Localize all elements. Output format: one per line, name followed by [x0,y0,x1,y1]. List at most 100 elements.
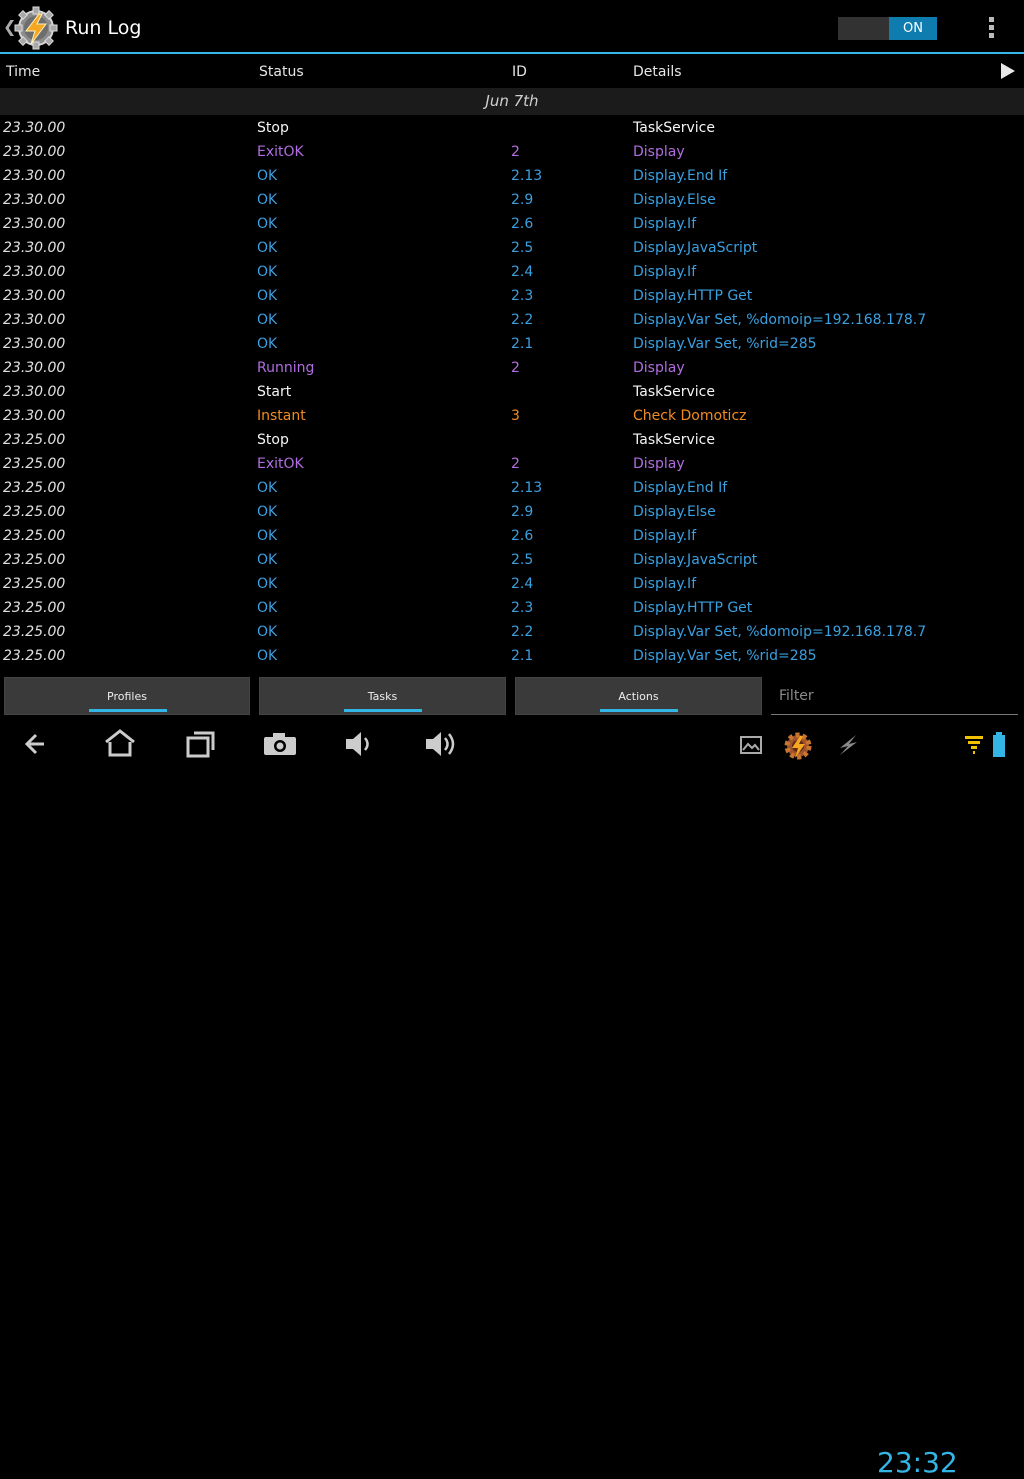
log-row[interactable]: 23.25.00 Stop TaskService [0,428,1024,452]
log-status: OK [257,504,278,520]
log-row[interactable]: 23.30.00 Stop TaskService [0,116,1024,140]
tasker-gear-bolt-icon[interactable] [14,6,58,50]
log-status: Instant [257,408,306,424]
log-row[interactable]: 23.25.00 OK 2.13 Display.End If [0,476,1024,500]
log-id: 2.6 [511,216,534,232]
log-time: 23.25.00 [3,528,66,544]
log-details: Display.JavaScript [633,240,758,256]
log-row[interactable]: 23.30.00 Instant 3 Check Domoticz [0,404,1024,428]
log-row[interactable]: 23.25.00 ExitOK 2 Display [0,452,1024,476]
log-id: 2.4 [511,264,534,280]
tasker-notification-icon[interactable] [782,730,814,762]
log-details: TaskService [633,384,715,400]
log-id: 2.2 [511,312,534,328]
log-row[interactable]: 23.30.00 OK 2.9 Display.Else [0,188,1024,212]
log-id: 2.3 [511,288,534,304]
volume-down-icon[interactable] [344,730,374,758]
tab-actions-indicator [600,709,678,712]
column-header-id[interactable]: ID [512,64,527,80]
log-status: OK [257,264,278,280]
log-id: 2 [511,456,520,472]
action-bar: ❮ Run Log ON [0,0,1024,54]
filter-input[interactable]: Filter [771,681,1018,715]
log-status: Running [257,360,315,376]
log-status: OK [257,192,278,208]
log-details: Display.End If [633,480,728,496]
log-status: OK [257,480,278,496]
log-id: 2.6 [511,528,534,544]
log-status: Start [257,384,292,400]
log-details: Display.Var Set, %domoip=192.168.178.7 [633,312,927,328]
back-icon[interactable] [24,732,56,756]
log-row[interactable]: 23.30.00 OK 2.3 Display.HTTP Get [0,284,1024,308]
column-header-status[interactable]: Status [259,64,304,80]
log-time: 23.30.00 [3,240,66,256]
log-time: 23.25.00 [3,456,66,472]
log-row[interactable]: 23.25.00 OK 2.5 Display.JavaScript [0,548,1024,572]
log-row[interactable]: 23.25.00 OK 2.1 Display.Var Set, %rid=285 [0,644,1024,668]
tab-tasks-indicator [344,709,422,712]
log-id: 2.5 [511,240,534,256]
column-header-details[interactable]: Details [633,64,682,80]
log-status: OK [257,168,278,184]
log-details: Display.Var Set, %rid=285 [633,336,817,352]
camera-icon[interactable] [263,732,297,756]
log-row[interactable]: 23.25.00 OK 2.4 Display.If [0,572,1024,596]
log-id: 2.2 [511,624,534,640]
usb-notification-icon[interactable] [836,734,860,756]
log-id: 2 [511,144,520,160]
home-icon[interactable] [104,728,136,758]
log-row[interactable]: 23.30.00 OK 2.13 Display.End If [0,164,1024,188]
gallery-notification-icon[interactable] [740,736,762,754]
log-id: 2.9 [511,192,534,208]
tab-profiles[interactable]: Profiles [4,677,250,715]
tab-actions[interactable]: Actions [515,677,762,715]
log-time: 23.25.00 [3,600,66,616]
recent-apps-icon[interactable] [186,730,216,758]
log-time: 23.30.00 [3,288,66,304]
log-time: 23.30.00 [3,216,66,232]
log-time: 23.30.00 [3,168,66,184]
log-time: 23.25.00 [3,552,66,568]
log-status: OK [257,576,278,592]
log-row[interactable]: 23.30.00 OK 2.4 Display.If [0,260,1024,284]
log-row[interactable]: 23.25.00 OK 2.6 Display.If [0,524,1024,548]
log-row[interactable]: 23.25.00 OK 2.2 Display.Var Set, %domoip=19… [0,620,1024,644]
log-status: ExitOK [257,456,304,472]
log-row[interactable]: 23.30.00 OK 2.6 Display.If [0,212,1024,236]
log-row[interactable]: 23.25.00 OK 2.3 Display.HTTP Get [0,596,1024,620]
overflow-menu-icon[interactable] [980,14,1004,42]
log-status: OK [257,240,278,256]
log-time: 23.30.00 [3,384,66,400]
volume-up-icon[interactable] [424,730,460,758]
enable-toggle[interactable]: ON [838,17,937,40]
log-details: Display.If [633,264,697,280]
log-row[interactable]: 23.30.00 OK 2.1 Display.Var Set, %rid=285 [0,332,1024,356]
log-status: OK [257,552,278,568]
log-row[interactable]: 23.30.00 OK 2.5 Display.JavaScript [0,236,1024,260]
log-id: 3 [511,408,520,424]
log-time: 23.30.00 [3,120,66,136]
log-time: 23.25.00 [3,504,66,520]
log-row[interactable]: 23.30.00 Running 2 Display [0,356,1024,380]
log-details: Display.If [633,576,697,592]
log-row[interactable]: 23.25.00 OK 2.9 Display.Else [0,500,1024,524]
column-header-row: Time Status ID Details [0,56,1024,88]
wifi-icon[interactable] [964,734,984,756]
log-details: Check Domoticz [633,408,747,424]
log-status: OK [257,624,278,640]
log-status: OK [257,528,278,544]
play-icon[interactable] [1000,62,1016,80]
battery-icon[interactable] [992,732,1006,758]
log-row[interactable]: 23.30.00 OK 2.2 Display.Var Set, %domoip=19… [0,308,1024,332]
log-time: 23.30.00 [3,336,66,352]
log-row[interactable]: 23.30.00 Start TaskService [0,380,1024,404]
log-details: TaskService [633,432,715,448]
tab-tasks[interactable]: Tasks [259,677,506,715]
log-row[interactable]: 23.30.00 ExitOK 2 Display [0,140,1024,164]
log-status: OK [257,288,278,304]
tab-profiles-label: Profiles [107,690,147,703]
log-details: Display.JavaScript [633,552,758,568]
column-header-time[interactable]: Time [6,64,40,80]
run-log-list[interactable]: 23.30.00 Stop TaskService 23.30.00 ExitOK 2 Di… [0,116,1024,668]
